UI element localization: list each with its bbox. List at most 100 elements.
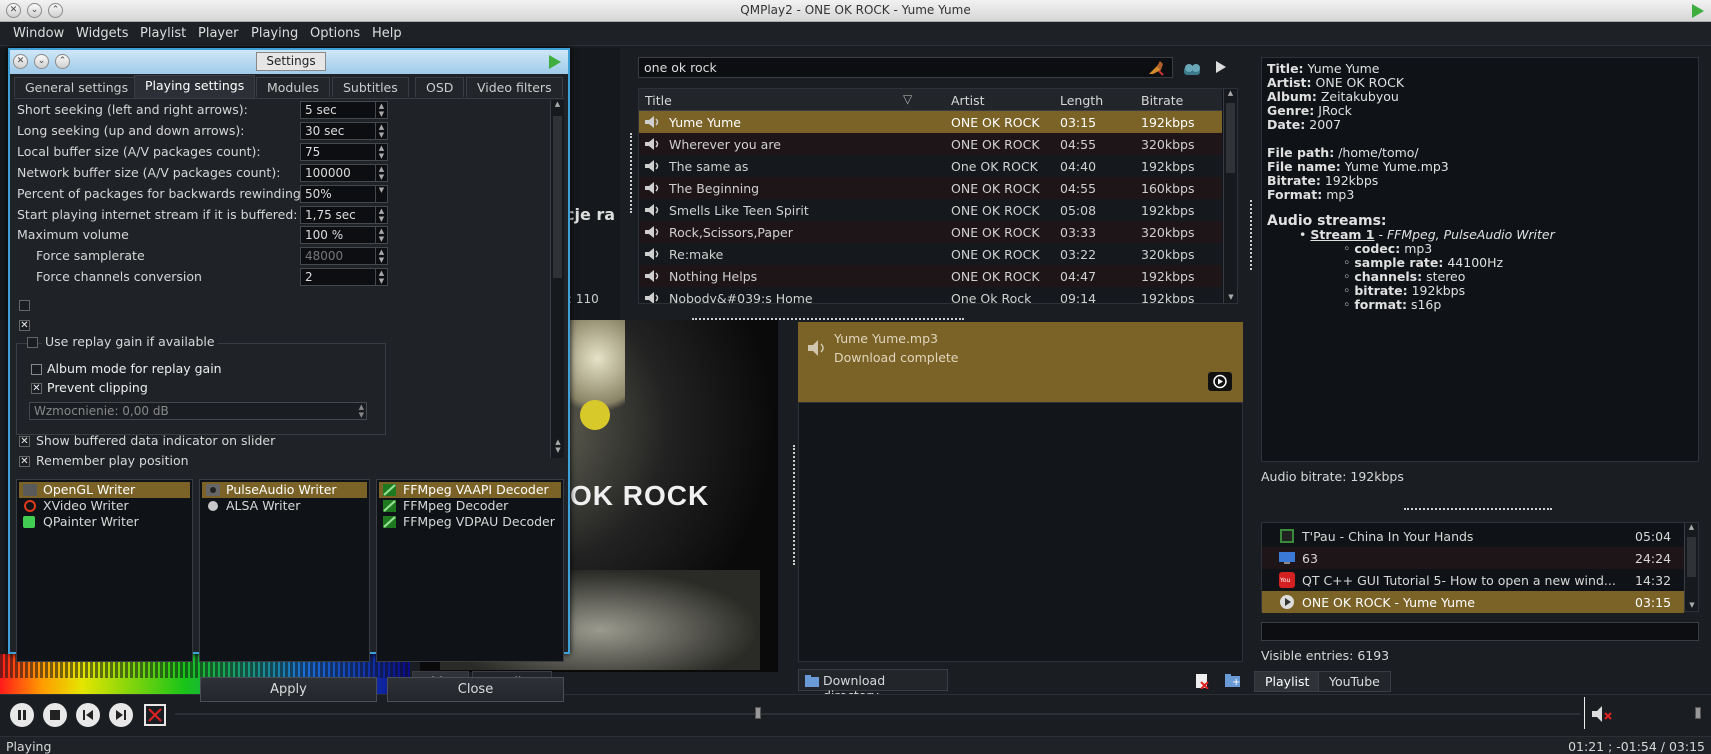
tab-modules[interactable]: Modules: [256, 77, 330, 97]
mute-icon[interactable]: [1590, 704, 1614, 724]
pulseaudio-icon: [206, 484, 220, 496]
table-row[interactable]: Smells Like Teen Spirit ONE OK ROCK 05:0…: [639, 199, 1222, 221]
row-artist: ONE OK ROCK: [951, 181, 1040, 196]
search-icon[interactable]: [1182, 59, 1202, 77]
list-item[interactable]: 63 24:24: [1262, 547, 1684, 569]
setting-label: Short seeking (left and right arrows):: [17, 102, 248, 117]
clear-list-icon[interactable]: [1194, 673, 1210, 689]
volume-handle[interactable]: [1695, 707, 1701, 719]
menu-options[interactable]: Options: [310, 26, 360, 41]
list-item-vdpau[interactable]: FFMpeg VDPAU Decoder: [379, 514, 555, 530]
album-mode-label: Album mode for replay gain: [47, 361, 222, 376]
playlist-scrollbar[interactable]: ▲ ▼: [1684, 523, 1698, 611]
dialog-minimize-icon[interactable]: ⌄: [34, 54, 49, 69]
tab-osd[interactable]: OSD: [415, 77, 465, 97]
col-bitrate[interactable]: Bitrate: [1141, 93, 1183, 108]
speaker-icon: [645, 270, 659, 282]
table-row[interactable]: Wherever you are ONE OK ROCK 04:55 320kb…: [639, 133, 1222, 155]
list-item-alsa[interactable]: ALSA Writer: [202, 498, 300, 514]
search-input[interactable]: one ok rock: [638, 57, 1173, 78]
dialog-maximize-icon[interactable]: ⌃: [55, 54, 70, 69]
album-mode-checkbox[interactable]: [31, 364, 42, 375]
settings-title: Settings: [256, 52, 326, 71]
speaker-icon: [808, 340, 824, 356]
setting-spinbox[interactable]: 1,75 sec ▲ ▼: [300, 205, 388, 224]
tab-general-settings[interactable]: General settings: [14, 77, 140, 97]
apply-button[interactable]: Apply: [200, 677, 377, 702]
setting-spinbox[interactable]: 100000 ▲ ▼: [300, 163, 388, 182]
info-bitrate: 192kbps: [1324, 173, 1379, 188]
settings-scrollbar[interactable]: ▲ ▲ ▼: [550, 100, 564, 458]
table-row[interactable]: Re:make ONE OK ROCK 03:22 320kbps: [639, 243, 1222, 265]
tab-subtitles[interactable]: Subtitles: [332, 77, 409, 97]
tab-youtube[interactable]: YouTube: [1318, 671, 1391, 692]
setting-spinbox[interactable]: 30 sec ▲ ▼: [300, 121, 388, 140]
list-item-opengl[interactable]: OpenGL Writer: [19, 482, 190, 498]
col-title[interactable]: Title: [645, 93, 672, 108]
dialog-play-icon[interactable]: [548, 54, 562, 70]
tab-playing-settings[interactable]: Playing settings: [134, 75, 256, 98]
list-item-vaapi[interactable]: FFMpeg VAAPI Decoder: [379, 482, 561, 498]
add-folder-icon[interactable]: +: [1224, 672, 1242, 688]
replay-gain-checkbox[interactable]: [27, 337, 38, 348]
table-row[interactable]: The same as One OK ROCK 04:40 192kbps: [639, 155, 1222, 177]
setting-spinbox[interactable]: 2 ▲ ▼: [300, 268, 388, 287]
show-buffered-checkbox[interactable]: ✕: [19, 436, 30, 447]
clear-icon[interactable]: [1146, 59, 1164, 77]
table-row[interactable]: Nothing Helps ONE OK ROCK 04:47 192kbps: [639, 265, 1222, 287]
tab-playlist[interactable]: Playlist: [1254, 671, 1321, 692]
menu-playing[interactable]: Playing: [251, 26, 298, 41]
next-button[interactable]: [109, 703, 133, 727]
playlist-filter-input[interactable]: [1261, 622, 1699, 641]
force-channels-checkbox[interactable]: ✕: [19, 320, 30, 331]
table-scrollbar[interactable]: ▲ ▼: [1223, 89, 1237, 303]
setting-spinbox[interactable]: 5 sec ▲ ▼: [300, 101, 388, 119]
download-directory-button[interactable]: Download directory: [798, 669, 948, 703]
fullscreen-button[interactable]: [144, 704, 166, 726]
col-length[interactable]: Length: [1060, 93, 1103, 108]
menu-widgets[interactable]: Widgets: [76, 26, 129, 41]
pause-button[interactable]: [10, 703, 34, 727]
stream-link[interactable]: Stream 1: [1310, 227, 1374, 242]
menu-playlist[interactable]: Playlist: [140, 26, 186, 41]
row-artist: ONE OK ROCK: [951, 137, 1040, 152]
setting-spinbox[interactable]: 48000 ▲ ▼: [300, 247, 388, 266]
list-item-ffmpeg[interactable]: FFMpeg Decoder: [379, 498, 508, 514]
stop-icon: [50, 710, 60, 720]
audio-bitrate: Audio bitrate: 192kbps: [1261, 469, 1404, 484]
seek-handle[interactable]: [755, 707, 761, 719]
row-bitrate: 320kbps: [1141, 137, 1195, 152]
open-file-button[interactable]: [1208, 372, 1232, 391]
list-item-pulseaudio[interactable]: PulseAudio Writer: [202, 482, 367, 498]
table-row[interactable]: The Beginning ONE OK ROCK 04:55 160kbps: [639, 177, 1222, 199]
seek-slider[interactable]: [175, 713, 1580, 715]
list-item[interactable]: T'Pau - China In Your Hands 05:04: [1262, 525, 1684, 547]
tab-video-filters[interactable]: Video filters: [466, 77, 563, 97]
dialog-close-icon[interactable]: ✕: [13, 54, 28, 69]
setting-spinbox[interactable]: 50% ▼: [300, 184, 388, 203]
table-row[interactable]: Nobody&#039;s Home One Ok Rock 09:14 192…: [639, 287, 1222, 303]
setting-spinbox[interactable]: 75 ▲ ▼: [300, 142, 388, 161]
list-item[interactable]: ONE OK ROCK - Yume Yume 03:15: [1262, 591, 1684, 613]
setting-label: Maximum volume: [17, 227, 129, 243]
list-item-qpainter[interactable]: QPainter Writer: [19, 514, 139, 530]
table-row[interactable]: Yume Yume ONE OK ROCK 03:15 192kbps: [639, 111, 1222, 133]
list-item[interactable]: You QT C++ GUI Tutorial 5- How to open a…: [1262, 569, 1684, 591]
close-button[interactable]: Close: [387, 677, 564, 702]
prevent-clipping-checkbox[interactable]: ✕: [31, 383, 42, 394]
setting-spinbox[interactable]: 100 % ▲ ▼: [300, 226, 388, 245]
previous-button[interactable]: [76, 703, 100, 727]
gain-spinbox[interactable]: Wzmocnienie: 0,00 dB ▲ ▼: [29, 402, 367, 420]
speaker-icon: [645, 160, 659, 172]
force-samplerate-checkbox[interactable]: [19, 300, 30, 311]
stop-button[interactable]: [43, 703, 67, 727]
table-row[interactable]: Rock,Scissors,Paper ONE OK ROCK 03:33 32…: [639, 221, 1222, 243]
play-arrow-icon[interactable]: [1215, 60, 1227, 74]
play-icon[interactable]: [1691, 3, 1705, 19]
menu-window[interactable]: Window: [13, 26, 64, 41]
col-artist[interactable]: Artist: [951, 93, 984, 108]
list-item-xvideo[interactable]: XVideo Writer: [19, 498, 129, 514]
remember-position-checkbox[interactable]: ✕: [19, 456, 30, 467]
menu-player[interactable]: Player: [198, 26, 238, 41]
menu-help[interactable]: Help: [372, 26, 402, 41]
